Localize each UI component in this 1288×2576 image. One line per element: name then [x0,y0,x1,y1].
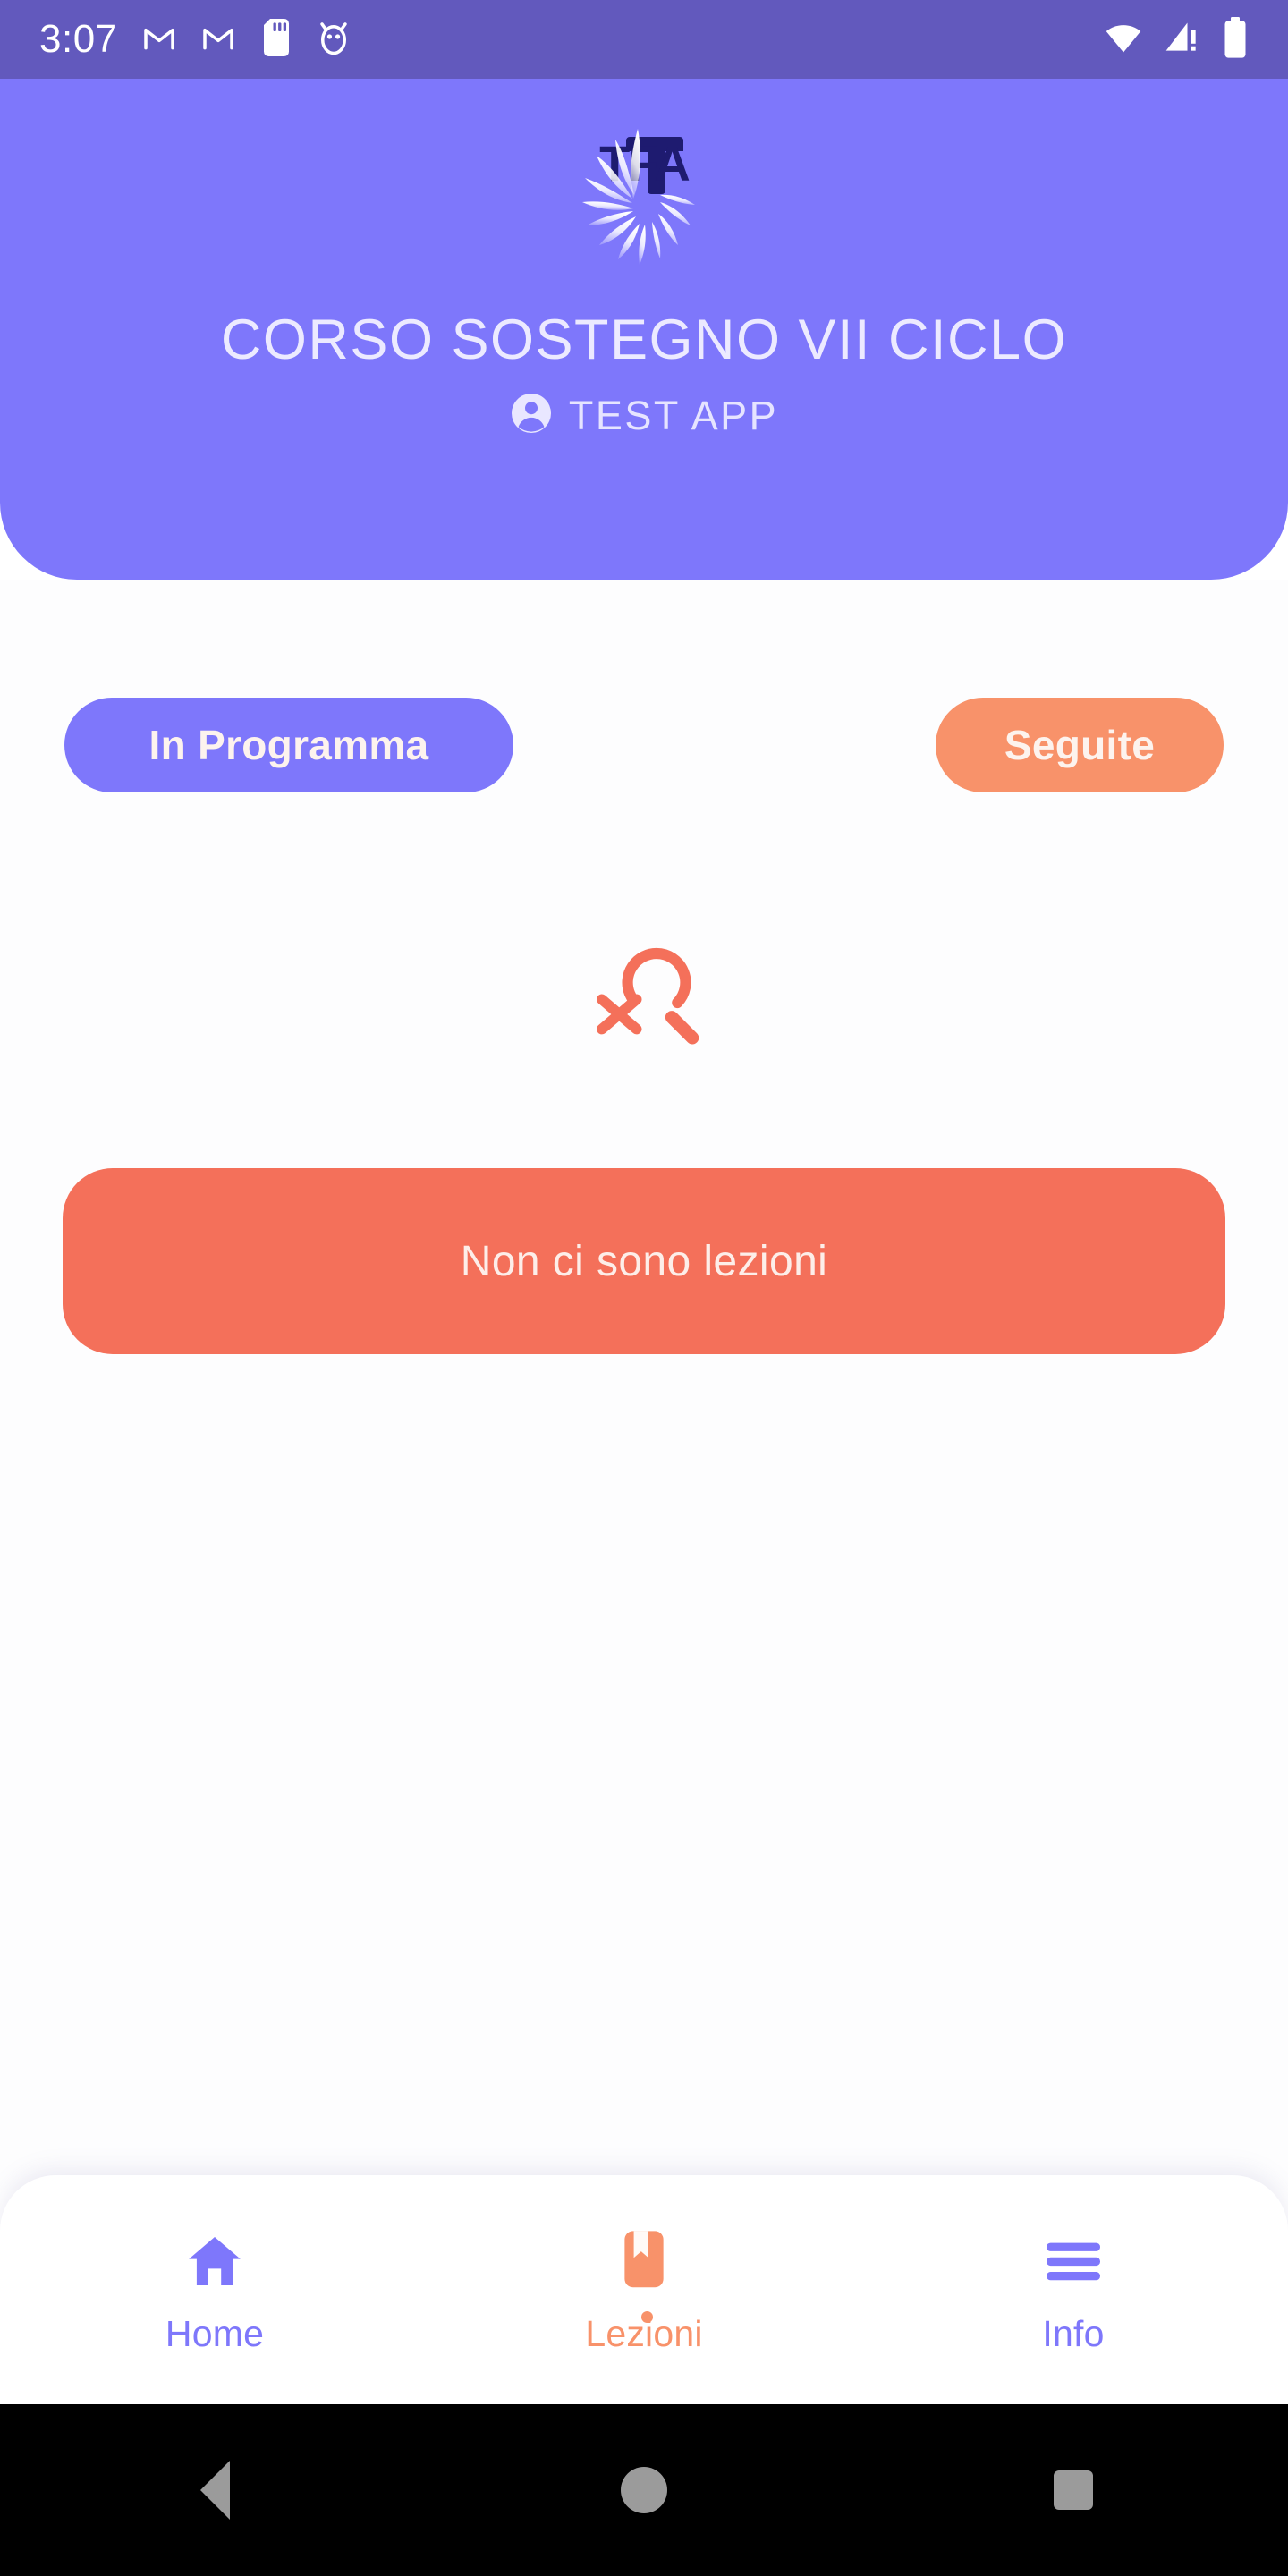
system-back-button[interactable] [134,2404,295,2576]
recents-square-icon [1054,2470,1093,2510]
menu-lines-icon [1041,2224,1106,2299]
sd-card-icon [259,18,293,61]
android-debug-icon [317,19,351,61]
bottom-navigation-bar: Home Lezioni Info [0,2175,1288,2404]
account-row: TEST APP [510,392,778,439]
empty-lessons-banner: Non ci sono lezioni [63,1168,1225,1354]
active-tab-indicator-dot [641,2311,653,2323]
account-circle-icon [510,392,553,439]
status-bar-left: 3:07 [39,17,351,61]
course-header-card: TFA CORSO SOSTEGNO VII CICLO TEST APP [0,79,1288,580]
account-name: TEST APP [568,392,779,438]
status-bar-right [1104,16,1249,63]
page-title: CORSO SOSTEGNO VII CICLO [220,309,1068,371]
phone-screen: 3:07 TFA CORSO SOSTEGNO VII CICLO TEST A… [0,0,1288,2576]
book-icon [612,2224,676,2299]
system-home-button[interactable] [564,2404,724,2576]
lessons-content: In Programma Seguite Non ci sono lezioni [0,580,1288,2190]
system-recents-button[interactable] [993,2404,1154,2576]
home-icon [181,2224,249,2299]
search-off-icon [0,937,1288,1046]
svg-text:TFA: TFA [599,135,689,191]
nav-label-home: Home [165,2313,265,2354]
gmail-icon [200,20,236,60]
status-bar-clock: 3:07 [39,17,118,61]
wifi-icon [1104,18,1143,62]
cellular-no-sim-icon [1163,18,1202,62]
empty-lessons-message: Non ci sono lezioni [460,1237,828,1285]
tab-seguite[interactable]: Seguite [936,698,1224,792]
nav-item-lezioni[interactable]: Lezioni [429,2175,859,2404]
tfa-phoenix-logo: TFA [555,113,733,283]
back-triangle-icon [199,2461,230,2520]
battery-icon [1222,16,1249,63]
nav-item-info[interactable]: Info [859,2175,1288,2404]
status-bar: 3:07 [0,0,1288,79]
nav-item-home[interactable]: Home [0,2175,429,2404]
nav-label-info: Info [1042,2313,1105,2354]
lesson-filter-tabs: In Programma Seguite [0,698,1288,792]
gmail-icon [141,20,177,60]
home-circle-icon [621,2467,667,2513]
android-system-navigation [0,2404,1288,2576]
tab-in-programma[interactable]: In Programma [64,698,513,792]
